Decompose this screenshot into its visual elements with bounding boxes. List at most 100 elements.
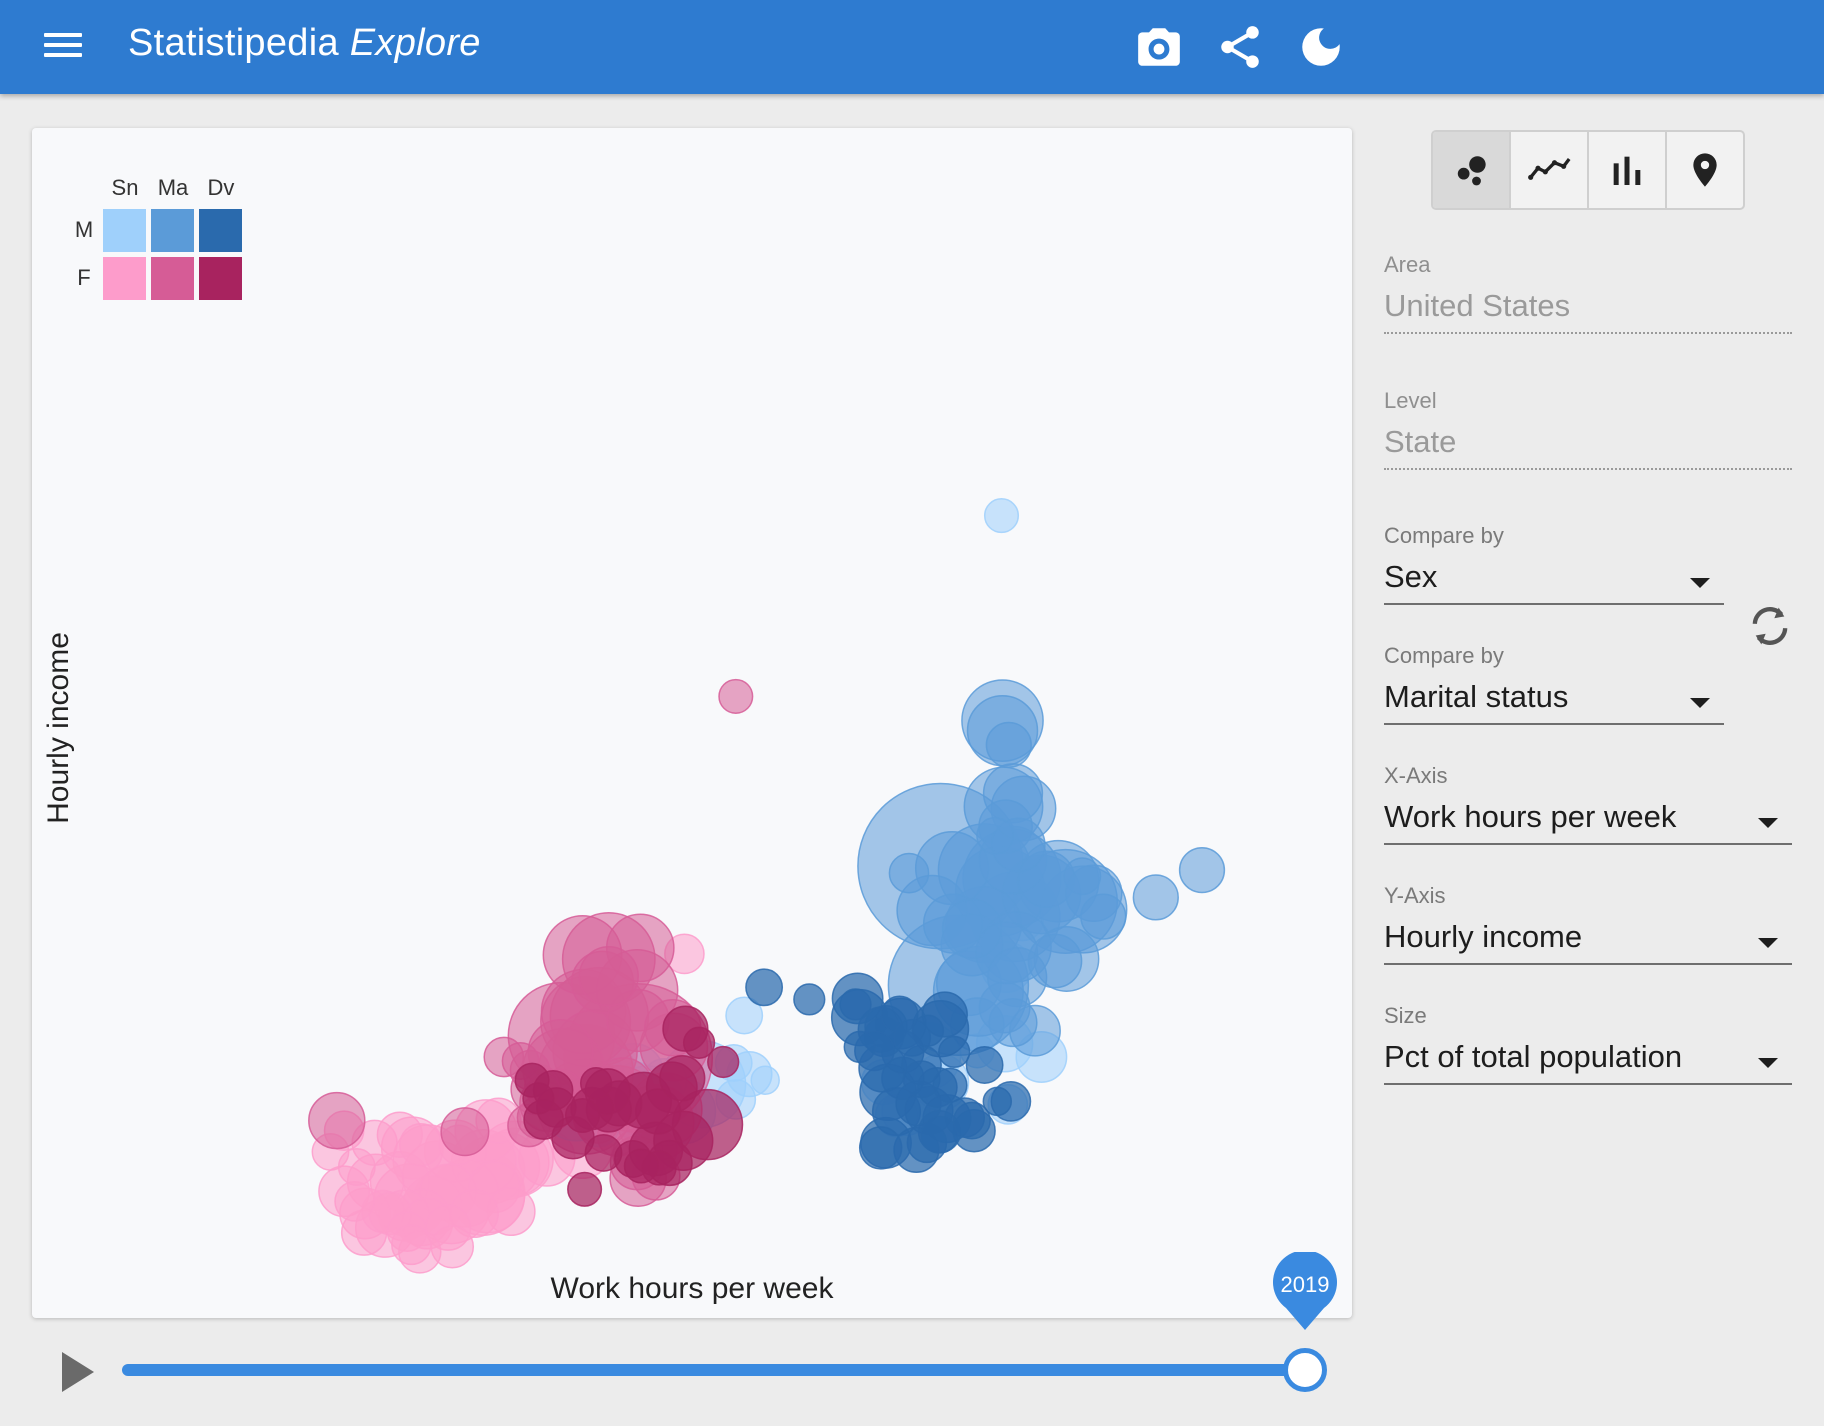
- bubble-f-ma[interactable]: [308, 1091, 366, 1150]
- bubble-m-sn[interactable]: [750, 1065, 780, 1095]
- bubble-f-dv[interactable]: [579, 1067, 613, 1100]
- year-pin: 2019: [1272, 1252, 1338, 1332]
- bubble-m-ma[interactable]: [1178, 846, 1226, 894]
- compare-by-value[interactable]: Sex: [1384, 559, 1724, 605]
- bubble-m-ma[interactable]: [941, 898, 1003, 959]
- viz-line-button[interactable]: [1511, 132, 1589, 208]
- bubble-f-ma[interactable]: [578, 946, 639, 1007]
- compare-by-marital-select[interactable]: Compare by Marital status: [1384, 643, 1724, 725]
- bubble-m-dv[interactable]: [911, 1014, 945, 1047]
- legend-row-m: M: [75, 217, 93, 242]
- legend-swatch-m-ma[interactable]: [151, 209, 194, 252]
- compare-by-label: Compare by: [1384, 523, 1504, 548]
- bubbles-layer: [308, 498, 1226, 1274]
- chevron-down-icon: [1758, 1058, 1778, 1068]
- bubble-f-sn[interactable]: [399, 1123, 443, 1167]
- y-axis-select[interactable]: Y-Axis Hourly income: [1384, 883, 1792, 965]
- year-label: 2019: [1280, 1272, 1330, 1297]
- chevron-down-icon: [1758, 938, 1778, 948]
- bubble-m-ma[interactable]: [1080, 893, 1127, 940]
- bubble-f-dv[interactable]: [567, 1171, 603, 1207]
- bubble-m-dv[interactable]: [938, 1035, 971, 1069]
- bubble-f-dv[interactable]: [584, 1133, 623, 1172]
- bubble-m-dv[interactable]: [745, 968, 784, 1007]
- bubble-f-sn[interactable]: [391, 1224, 432, 1266]
- bubble-m-ma[interactable]: [888, 852, 930, 894]
- bubble-f-dv[interactable]: [659, 1055, 706, 1102]
- dark-mode-icon[interactable]: [1296, 22, 1346, 72]
- y-axis-label: Hourly income: [42, 632, 75, 824]
- area-value: United States: [1384, 288, 1792, 334]
- bubble-f-dv[interactable]: [623, 1148, 659, 1184]
- bubble-m-ma[interactable]: [1132, 874, 1179, 921]
- legend-row-f: F: [77, 265, 90, 290]
- bar-chart-icon: [1613, 156, 1641, 185]
- timeline-thumb[interactable]: [1283, 1348, 1327, 1392]
- level-field: Level State: [1384, 388, 1792, 470]
- y-axis-select-value[interactable]: Hourly income: [1384, 919, 1792, 965]
- bubble-m-dv[interactable]: [793, 983, 826, 1016]
- viz-bar-button[interactable]: [1589, 132, 1667, 208]
- bubble-f-dv[interactable]: [564, 1097, 601, 1134]
- map-pin-icon: [1693, 153, 1717, 187]
- menu-icon[interactable]: [40, 27, 88, 67]
- chevron-down-icon: [1690, 578, 1710, 588]
- chevron-down-icon: [1758, 818, 1778, 828]
- bubble-chart[interactable]: Sn Ma Dv M F Work hours per week Hourly …: [32, 128, 1352, 1318]
- play-button[interactable]: [58, 1350, 98, 1394]
- legend-col-sn: Sn: [112, 175, 139, 200]
- bubble-chart-icon: [1457, 156, 1486, 186]
- app-title-sub: Explore: [349, 22, 481, 64]
- level-value: State: [1384, 424, 1792, 470]
- camera-icon[interactable]: [1134, 22, 1184, 72]
- area-label: Area: [1384, 252, 1431, 277]
- bubble-m-ma[interactable]: [1027, 933, 1083, 989]
- x-axis-select[interactable]: X-Axis Work hours per week: [1384, 763, 1792, 845]
- swap-compare-icon[interactable]: [1744, 600, 1796, 652]
- x-axis-label: Work hours per week: [551, 1272, 835, 1305]
- bubble-f-dv[interactable]: [707, 1045, 740, 1079]
- bubble-m-dv[interactable]: [932, 1067, 968, 1103]
- legend-col-dv: Dv: [208, 175, 235, 200]
- size-select-value[interactable]: Pct of total population: [1384, 1039, 1792, 1085]
- bubble-m-sn[interactable]: [983, 498, 1020, 534]
- bubble-m-ma[interactable]: [985, 721, 1032, 769]
- legend-swatch-f-dv[interactable]: [199, 257, 242, 300]
- bubble-m-dv[interactable]: [982, 1086, 1013, 1117]
- x-axis-select-value[interactable]: Work hours per week: [1384, 799, 1792, 845]
- bubble-m-dv[interactable]: [843, 1030, 876, 1064]
- legend-swatch-f-ma[interactable]: [151, 257, 194, 300]
- viz-bubble-button[interactable]: [1433, 132, 1511, 208]
- legend-swatch-m-sn[interactable]: [103, 209, 146, 252]
- bubble-m-dv[interactable]: [965, 1046, 1004, 1084]
- bubble-f-ma[interactable]: [718, 678, 754, 714]
- compare-by-label-2: Compare by: [1384, 643, 1504, 668]
- x-axis-select-label: X-Axis: [1384, 763, 1448, 788]
- compare-by-value-2[interactable]: Marital status: [1384, 679, 1724, 725]
- play-icon: [62, 1352, 94, 1392]
- app-title: Statistipedia Explore: [128, 22, 481, 65]
- legend-swatch-f-sn[interactable]: [103, 257, 146, 300]
- timeline-track[interactable]: [122, 1364, 1305, 1376]
- chevron-down-icon: [1690, 698, 1710, 708]
- chart-card: Sn Ma Dv M F Work hours per week Hourly …: [32, 128, 1352, 1318]
- legend-col-ma: Ma: [158, 175, 189, 200]
- bubble-m-dv[interactable]: [839, 988, 872, 1021]
- viz-type-toggle: [1431, 130, 1745, 210]
- viz-map-button[interactable]: [1667, 132, 1743, 208]
- bubble-m-ma[interactable]: [988, 998, 1038, 1048]
- legend-swatch-m-dv[interactable]: [199, 209, 242, 252]
- bubble-f-sn[interactable]: [334, 1181, 375, 1222]
- share-icon[interactable]: [1215, 22, 1265, 72]
- bubble-f-ma[interactable]: [440, 1107, 490, 1157]
- bubble-f-dv[interactable]: [522, 1082, 555, 1115]
- bubble-f-sn[interactable]: [337, 1148, 376, 1186]
- bubble-m-dv[interactable]: [920, 1115, 959, 1154]
- level-label: Level: [1384, 388, 1437, 413]
- size-select[interactable]: Size Pct of total population: [1384, 1003, 1792, 1085]
- bubble-m-ma[interactable]: [976, 816, 1015, 855]
- bubble-m-dv[interactable]: [858, 1126, 903, 1170]
- bubble-m-ma[interactable]: [1063, 857, 1102, 896]
- compare-by-sex-select[interactable]: Compare by Sex: [1384, 523, 1724, 605]
- legend: Sn Ma Dv M F: [75, 175, 242, 300]
